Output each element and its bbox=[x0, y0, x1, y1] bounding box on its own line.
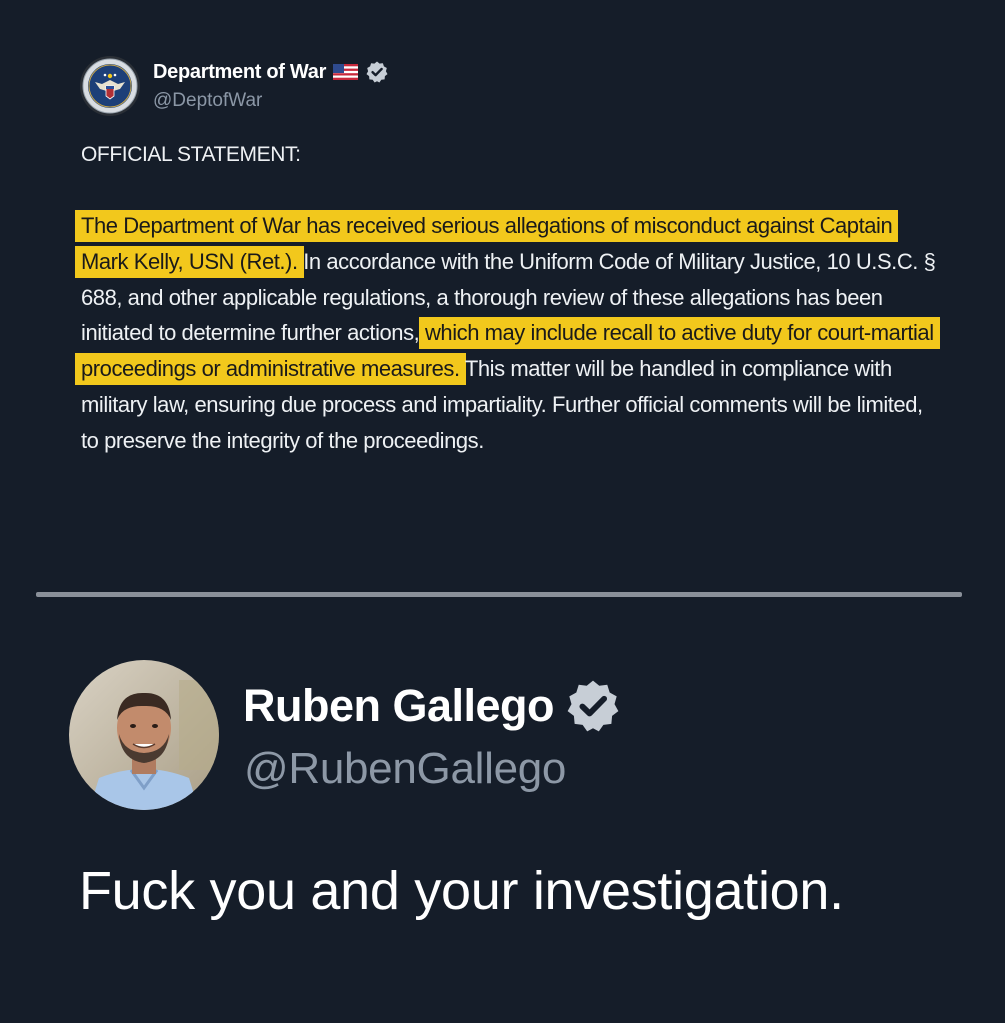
author-name[interactable]: Department of War bbox=[153, 61, 326, 84]
profile-photo-avatar[interactable] bbox=[69, 660, 219, 810]
statement-body: The Department of War has received serio… bbox=[75, 208, 941, 459]
author-handle[interactable]: @DeptofWar bbox=[153, 90, 262, 112]
screenshot-page: Department of War @DeptofWar OFFICIAL ST… bbox=[0, 0, 1005, 1023]
author-name-row: Ruben Gallego bbox=[243, 677, 622, 735]
verified-badge-icon bbox=[366, 61, 388, 83]
us-flag-icon bbox=[333, 64, 359, 80]
statement-heading: OFFICIAL STATEMENT: bbox=[81, 143, 301, 166]
post-text: Fuck you and your investigation. bbox=[79, 861, 844, 921]
dod-seal-icon[interactable] bbox=[80, 56, 140, 116]
author-name[interactable]: Ruben Gallego bbox=[243, 680, 555, 732]
author-handle[interactable]: @RubenGallego bbox=[244, 744, 566, 794]
verified-badge-icon bbox=[567, 680, 619, 732]
divider-line bbox=[36, 592, 962, 597]
author-name-row: Department of War bbox=[153, 60, 389, 84]
